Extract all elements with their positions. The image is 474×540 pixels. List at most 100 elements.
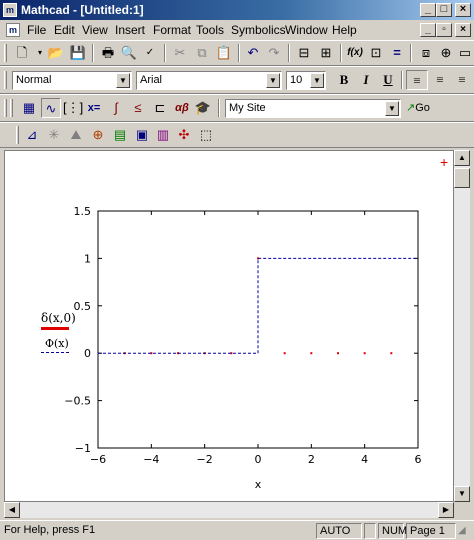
chevron-down-icon[interactable]: ▼ — [116, 73, 130, 88]
chevron-down-icon[interactable]: ▼ — [266, 73, 280, 88]
menu-insert[interactable]: Insert — [115, 23, 145, 37]
chevron-down-icon[interactable]: ▼ — [310, 73, 324, 88]
go-label: Go — [415, 102, 430, 114]
undo-icon[interactable]: ↶ — [243, 43, 263, 63]
status-num: NUM — [378, 523, 407, 539]
zoom-icon[interactable]: ▭ — [455, 43, 474, 63]
doc-restore-button[interactable]: ▫ — [436, 23, 452, 37]
contour-plot-icon[interactable]: ⊕ — [88, 125, 108, 145]
graph-toolbar-icon[interactable]: ∿ — [41, 98, 61, 118]
calculus-toolbar-icon[interactable]: ∫ — [106, 98, 126, 118]
scroll-down-icon[interactable]: ▼ — [454, 486, 470, 502]
close-button[interactable]: × — [455, 3, 471, 17]
menu-edit[interactable]: Edit — [54, 23, 75, 37]
italic-button[interactable]: I — [355, 70, 377, 90]
calculate-icon[interactable]: = — [387, 43, 407, 63]
toolbar-grip[interactable] — [4, 44, 7, 62]
horizontal-scrollbar[interactable]: ◀ ▶ — [4, 502, 454, 518]
vertical-scrollbar[interactable]: ▲ ▼ — [454, 150, 470, 502]
open-folder-icon[interactable]: 📂 — [46, 43, 66, 63]
mathcad-app-icon[interactable]: m — [3, 3, 17, 17]
calculator-toolbar-icon[interactable]: ▦ — [19, 98, 39, 118]
align-across-icon[interactable]: ⊟ — [294, 43, 314, 63]
save-icon[interactable]: 💾 — [68, 43, 88, 63]
insert-unit-icon[interactable]: ⊡ — [366, 43, 386, 63]
align-right-icon[interactable]: ≡ — [451, 70, 473, 90]
print-icon[interactable]: 🖶 — [98, 43, 118, 63]
paste-icon[interactable]: 📋 — [214, 43, 234, 63]
toolbar-separator — [288, 44, 290, 62]
style-select[interactable]: Normal ▼ — [12, 71, 132, 90]
worksheet[interactable]: + −6 −4 −2 0 2 4 6 1.5 1 0.5 0 −0.5 −1 x δ(x,0) Φ(x) — [4, 150, 454, 502]
vector-field-icon[interactable]: ✣ — [174, 125, 194, 145]
maximize-button[interactable]: □ — [436, 3, 452, 17]
doc-minimize-button[interactable]: _ — [420, 23, 436, 37]
menu-tools[interactable]: Tools — [196, 23, 224, 37]
greek-toolbar-icon[interactable]: αβ — [172, 98, 192, 118]
font-size-select[interactable]: 10 ▼ — [286, 71, 326, 90]
standard-toolbar: 🗋 ▾ 📂 💾 🖶 🔍 ✓ ✂ ⧉ 📋 ↶ ↷ ⊟ ⊞ f(x) ⊡ = ⧈ ⊕… — [0, 40, 474, 66]
toolbar-grip[interactable] — [16, 126, 19, 144]
3d-plot-wizard-icon[interactable]: ⬚ — [196, 125, 216, 145]
menu-help[interactable]: Help — [332, 23, 357, 37]
x-tick-label: −4 — [143, 453, 159, 466]
boolean-toolbar-icon[interactable]: ≤ — [128, 98, 148, 118]
document-icon[interactable]: m — [6, 23, 20, 37]
toolbar-grip[interactable] — [10, 99, 13, 117]
scroll-up-icon[interactable]: ▲ — [454, 150, 470, 166]
go-button[interactable]: ↗Go — [406, 101, 430, 114]
toolbar-grip[interactable] — [4, 99, 7, 117]
bar-plot-icon[interactable]: ▥ — [153, 125, 173, 145]
menu-view[interactable]: View — [82, 23, 108, 37]
symbolic-toolbar-icon[interactable]: 🎓 — [193, 98, 213, 118]
menu-window[interactable]: Window — [285, 23, 328, 37]
surface-plot-icon[interactable]: ⛰ — [66, 125, 86, 145]
resource-select[interactable]: My Site ▼ — [225, 99, 401, 118]
minimize-button[interactable]: _ — [420, 3, 436, 17]
print-preview-icon[interactable]: 🔍 — [119, 43, 139, 63]
y-tick-label: 1.5 — [74, 205, 92, 218]
plot-border — [97, 210, 419, 449]
resize-grip-icon[interactable]: ◢ — [458, 525, 466, 536]
insert-component-icon[interactable]: ⧈ — [416, 43, 436, 63]
resources-icon[interactable]: ⊕ — [436, 43, 456, 63]
bold-button[interactable]: B — [333, 70, 355, 90]
align-left-icon[interactable]: ≡ — [406, 70, 428, 90]
toolbar-grip[interactable] — [4, 71, 7, 89]
align-down-icon[interactable]: ⊞ — [316, 43, 336, 63]
redo-icon[interactable]: ↷ — [264, 43, 284, 63]
cut-icon[interactable]: ✂ — [170, 43, 190, 63]
font-select[interactable]: Arial ▼ — [136, 71, 282, 90]
menu-symbolics[interactable]: Symbolics — [231, 23, 286, 37]
menu-format[interactable]: Format — [153, 23, 191, 37]
graph-toolbar: ⊿ ✳ ⛰ ⊕ ▤ ▣ ▥ ✣ ⬚ — [0, 122, 474, 148]
scatter-plot-icon[interactable]: ▣ — [132, 125, 152, 145]
scroll-right-icon[interactable]: ▶ — [438, 502, 454, 518]
y-tick-label: −1 — [75, 442, 91, 455]
series-delta-point — [390, 352, 393, 355]
toolbar-separator — [92, 44, 94, 62]
new-document-icon[interactable]: 🗋 — [12, 43, 32, 63]
underline-button[interactable]: U — [377, 70, 399, 90]
doc-close-button[interactable]: × — [455, 23, 471, 37]
vertical-scroll-thumb[interactable] — [454, 168, 470, 188]
programming-toolbar-icon[interactable]: ⊏ — [150, 98, 170, 118]
title-bar: m Mathcad - [Untitled:1] _ □ × — [0, 0, 474, 20]
scroll-left-icon[interactable]: ◀ — [4, 502, 20, 518]
polar-plot-icon[interactable]: ✳ — [44, 125, 64, 145]
spell-check-icon[interactable]: ✓ — [140, 43, 160, 63]
copy-icon[interactable]: ⧉ — [192, 43, 212, 63]
series-delta-point — [310, 352, 313, 355]
chevron-down-icon[interactable]: ▼ — [385, 101, 399, 116]
xy-plot-icon[interactable]: ⊿ — [22, 125, 42, 145]
align-center-icon[interactable]: ≡ — [429, 70, 451, 90]
xy-plot[interactable]: −6 −4 −2 0 2 4 6 1.5 1 0.5 0 −0.5 −1 x — [5, 151, 453, 501]
insert-function-icon[interactable]: f(x) — [345, 43, 365, 63]
minimize-icon: _ — [424, 3, 432, 15]
3d-bar-plot-icon[interactable]: ▤ — [110, 125, 130, 145]
menu-file[interactable]: File — [27, 23, 46, 37]
evaluation-toolbar-icon[interactable]: x= — [84, 98, 104, 118]
math-toolbar: ▦ ∿ [⋮] x= ∫ ≤ ⊏ αβ 🎓 My Site ▼ ↗Go — [0, 94, 474, 122]
toolbar-separator — [401, 71, 403, 89]
matrix-toolbar-icon[interactable]: [⋮] — [63, 98, 83, 118]
